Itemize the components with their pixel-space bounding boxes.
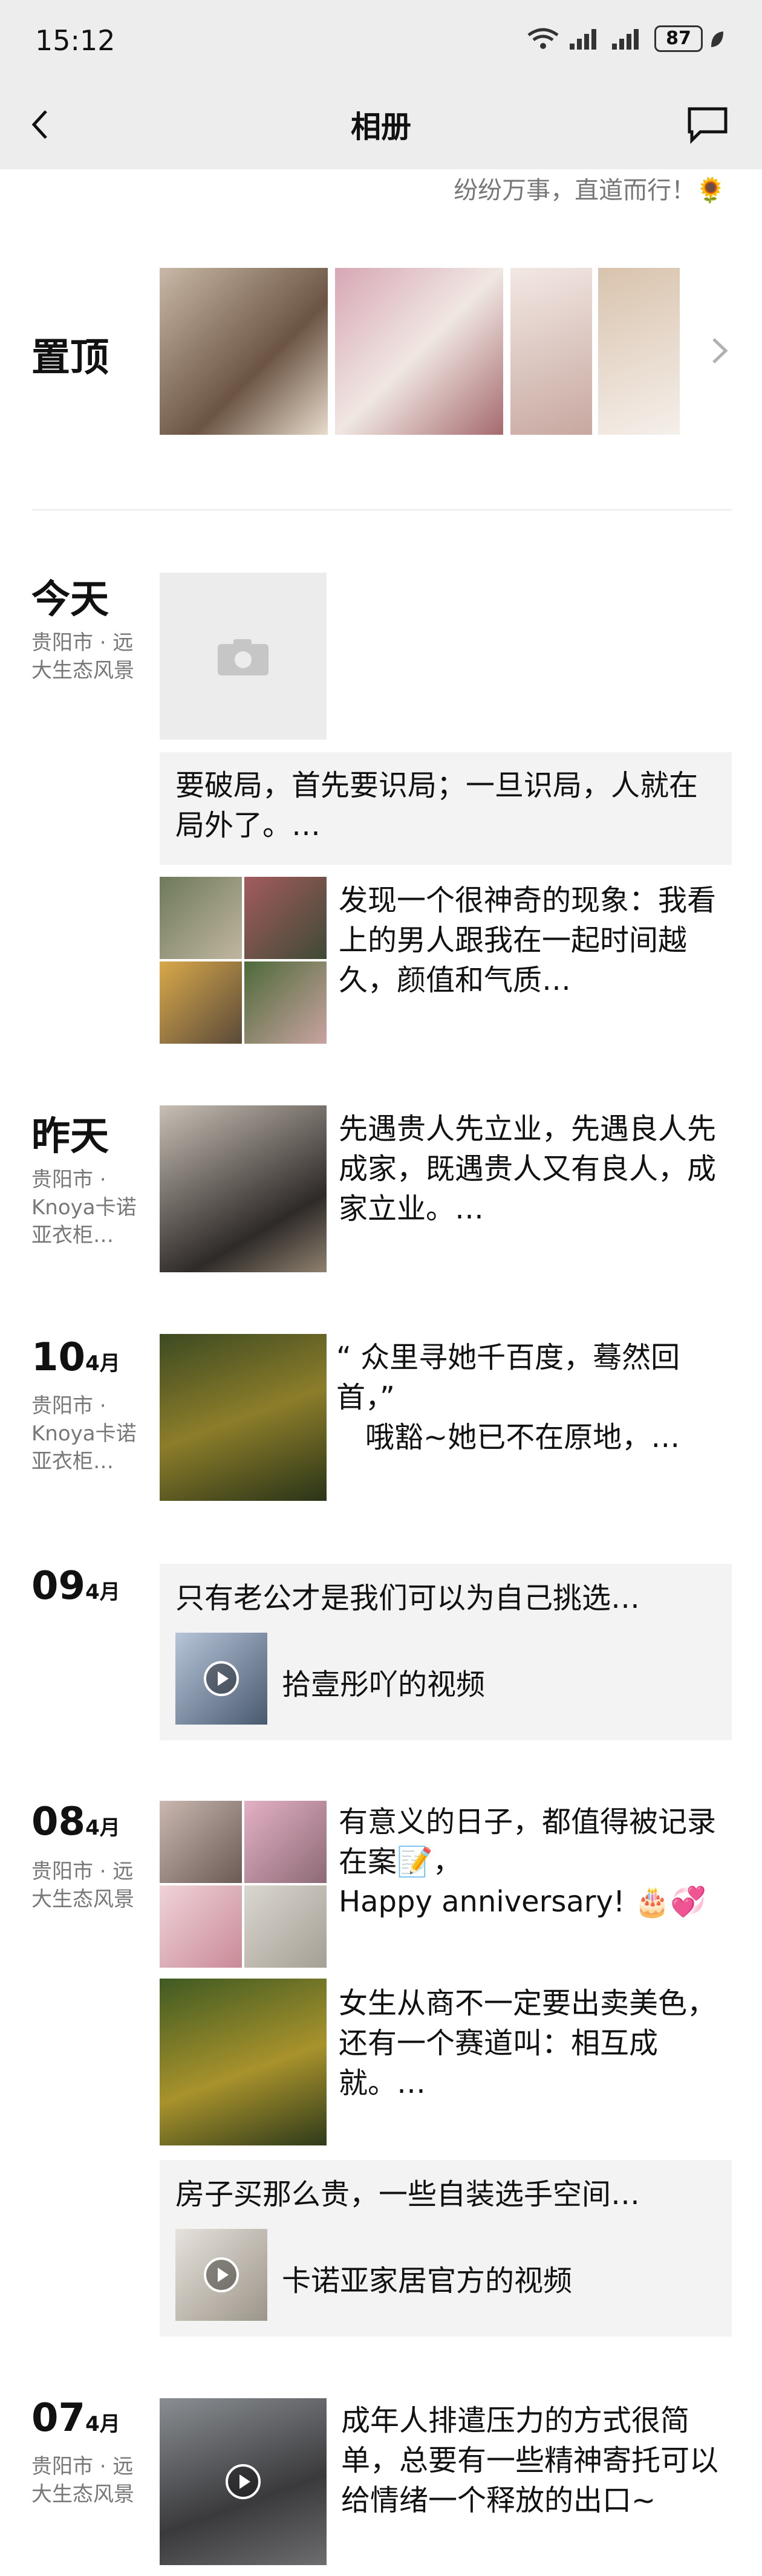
date-apr10: 104月 <box>31 1335 120 1380</box>
wifi-icon <box>526 27 560 51</box>
post-text[interactable]: 有意义的日子，都值得被记录在案📝， Happy anniversary! 🎂💞 <box>339 1802 732 1922</box>
photo <box>244 1801 327 1883</box>
location-apr08: 贵阳市 · 远大生态风景 <box>31 1859 134 1911</box>
photo <box>160 961 242 1044</box>
date-apr08: 084月 <box>31 1800 120 1844</box>
photo-post-thumb[interactable] <box>160 1979 327 2145</box>
play-icon <box>226 2464 261 2499</box>
profile-signature: 纷纷万事，直道而行！🌻 <box>454 177 726 204</box>
date-yesterday: 昨天 <box>31 1114 109 1159</box>
post-text[interactable]: 成年人排遣压力的方式很简单，总要有一些精神寄托可以给情绪一个释放的出口~ <box>341 2401 732 2520</box>
location-today: 贵阳市 · 远大生态风景 <box>31 631 134 683</box>
photo <box>160 1801 242 1883</box>
post-text-line1[interactable]: “ 众里寻她千百度，蓦然回首，” <box>336 1338 732 1417</box>
date-apr07: 074月 <box>31 2396 120 2441</box>
location-apr07: 贵阳市 · 远大生态风景 <box>31 2454 134 2506</box>
battery-indicator: 87 <box>654 25 703 52</box>
video-thumb[interactable] <box>175 1633 267 1725</box>
video-source: 卡诺亚家居官方的视频 <box>282 2264 573 2298</box>
photo <box>160 1885 242 1968</box>
post-text[interactable]: 发现一个很神奇的现象：我看上的男人跟我在一起时间越久，颜值和气质… <box>339 880 732 1000</box>
leaf-icon <box>709 29 726 50</box>
photo <box>244 1885 327 1968</box>
date-apr09: 094月 <box>31 1564 120 1608</box>
signal-icon-2 <box>611 27 643 51</box>
chat-bubble-icon <box>688 107 728 145</box>
post-text: 房子买那么贵，一些自装选手空间… <box>175 2178 640 2211</box>
divider <box>31 509 732 510</box>
pinned-photo[interactable] <box>160 268 328 435</box>
video-thumb[interactable] <box>175 2229 267 2321</box>
date-today: 今天 <box>31 577 109 622</box>
play-icon <box>204 1661 239 1696</box>
pinned-photo[interactable] <box>335 268 503 435</box>
photo <box>244 877 327 959</box>
pinned-title: 置顶 <box>31 336 109 380</box>
location-yesterday: 贵阳市 · Knoya卡诺亚衣柜… <box>31 1168 137 1247</box>
post-text: 只有老公才是我们可以为自己挑选… <box>175 1581 640 1615</box>
location-apr10: 贵阳市 · Knoya卡诺亚衣柜… <box>31 1394 137 1474</box>
camera-icon <box>218 639 269 675</box>
post-text[interactable]: 女生从商不一定要出卖美色，还有一个赛道叫：相互成就。… <box>339 1983 732 2103</box>
photo <box>244 961 327 1044</box>
post-text: 要破局，首先要识局；一旦识局，人就在局外了。… <box>175 769 698 842</box>
play-icon <box>204 2257 239 2292</box>
pinned-photo[interactable] <box>598 268 680 435</box>
video-source: 拾壹彤吖的视频 <box>282 1668 486 1702</box>
video-post-thumb[interactable] <box>160 2398 327 2565</box>
pinned-photos[interactable] <box>160 268 680 435</box>
text-post-card[interactable]: 要破局，首先要识局；一旦识局，人就在局外了。… <box>160 752 732 865</box>
photo <box>160 877 242 959</box>
page-title: 相册 <box>351 109 411 145</box>
photo-post-thumb[interactable] <box>160 1334 327 1501</box>
photo-post-thumb[interactable] <box>160 877 327 1044</box>
status-time: 15:12 <box>35 24 116 57</box>
post-text-line2[interactable]: 哦豁~她已不在原地，… <box>365 1417 732 1457</box>
video-post-card[interactable]: 只有老公才是我们可以为自己挑选… 拾壹彤吖的视频 <box>160 1564 732 1740</box>
message-button[interactable] <box>686 105 729 145</box>
photo-post-thumb[interactable] <box>160 1105 327 1272</box>
post-text[interactable]: 先遇贵人先立业，先遇良人先成家，既遇贵人又有良人，成家立业。… <box>339 1109 732 1229</box>
add-photo-button[interactable] <box>160 573 327 740</box>
video-post-card[interactable]: 房子买那么贵，一些自装选手空间… 卡诺亚家居官方的视频 <box>160 2160 732 2337</box>
photo-post-thumb[interactable] <box>160 1801 327 1968</box>
signal-icon <box>568 27 601 51</box>
pinned-photo[interactable] <box>510 268 592 435</box>
chevron-right-icon[interactable] <box>708 336 732 366</box>
